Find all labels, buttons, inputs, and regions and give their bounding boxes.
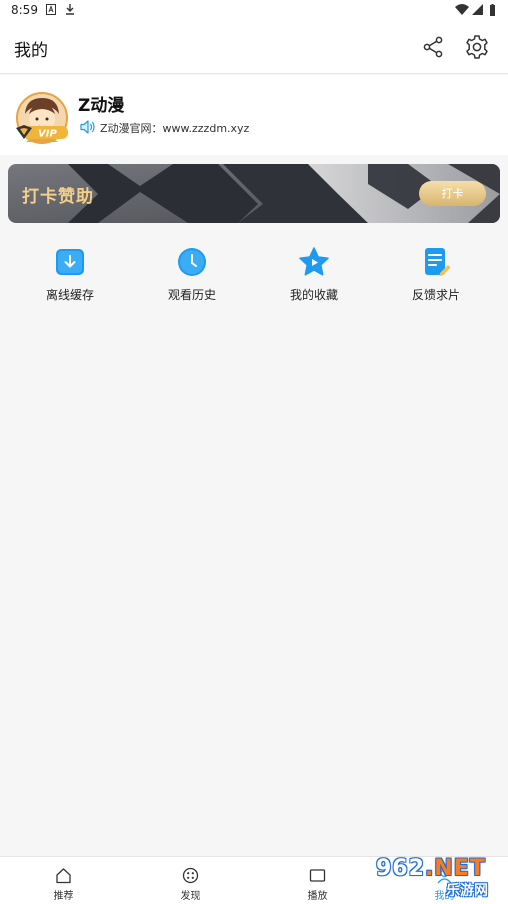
nav-label-discover: 发现 bbox=[180, 891, 201, 902]
share-icon[interactable] bbox=[420, 34, 446, 60]
watermark-logo: 962.NET bbox=[376, 856, 486, 881]
status-time: 8:59 bbox=[11, 3, 38, 17]
home-icon bbox=[56, 868, 71, 884]
watch-history-label: 观看历史 bbox=[167, 288, 216, 302]
quick-actions: 离线缓存 观看历史 我的收藏 反馈求片 bbox=[0, 240, 508, 310]
checkin-banner[interactable]: 打卡赞助 打卡 bbox=[8, 164, 500, 223]
discover-icon bbox=[182, 867, 199, 884]
offline-cache-label: 离线缓存 bbox=[45, 288, 94, 302]
username: Z动漫 bbox=[78, 96, 125, 116]
settings-gear-icon[interactable] bbox=[464, 34, 490, 60]
nav-item-play[interactable]: 播放 bbox=[254, 857, 381, 904]
feedback-label: 反馈求片 bbox=[411, 288, 460, 302]
speaker-icon bbox=[80, 120, 95, 134]
offline-cache-button[interactable]: 离线缓存 bbox=[8, 240, 132, 306]
vip-badge-text: VIP bbox=[38, 129, 57, 140]
star-icon bbox=[299, 247, 329, 276]
feedback-icon bbox=[425, 248, 451, 276]
signal-icon bbox=[472, 4, 483, 15]
vip-badge: VIP bbox=[16, 125, 68, 140]
status-bar: 8:59 bbox=[0, 0, 508, 22]
nav-label-recommend: 推荐 bbox=[53, 891, 74, 902]
banner-title: 打卡赞助 bbox=[22, 187, 94, 207]
profile-card[interactable]: VIP Z动漫 Z动漫官网：www.zzzdm.xyz bbox=[0, 75, 508, 155]
nav-label-play: 播放 bbox=[307, 891, 328, 902]
download-status-icon bbox=[66, 4, 74, 15]
website-text: Z动漫官网：www.zzzdm.xyz bbox=[100, 122, 250, 135]
battery-icon bbox=[490, 4, 495, 16]
nav-item-recommend[interactable]: 推荐 bbox=[0, 857, 127, 904]
wifi-icon bbox=[455, 4, 469, 15]
site-watermark: 962.NET 乐游网 bbox=[368, 856, 508, 902]
checkin-button[interactable]: 打卡 bbox=[419, 181, 486, 206]
watermark-subtitle: 乐游网 bbox=[446, 883, 488, 899]
clock-icon bbox=[178, 248, 206, 276]
nav-item-discover[interactable]: 发现 bbox=[127, 857, 254, 904]
favorites-label: 我的收藏 bbox=[289, 288, 338, 302]
page-title: 我的 bbox=[14, 41, 48, 61]
watermark-numbers: 962 bbox=[376, 856, 425, 881]
download-icon bbox=[56, 249, 84, 275]
app-header: 我的 bbox=[0, 22, 508, 74]
watermark-suffix: .NET bbox=[424, 856, 486, 881]
favorites-button[interactable]: 我的收藏 bbox=[252, 240, 376, 306]
feedback-button[interactable]: 反馈求片 bbox=[374, 240, 498, 306]
play-icon bbox=[309, 869, 326, 882]
watch-history-button[interactable]: 观看历史 bbox=[130, 240, 254, 306]
notification-a-icon bbox=[46, 4, 56, 15]
